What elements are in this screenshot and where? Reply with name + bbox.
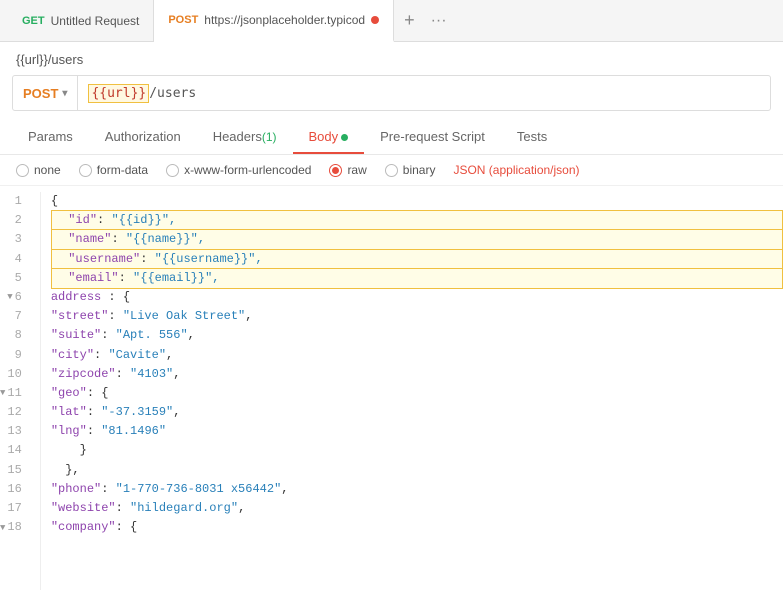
line-number: 17 [0,499,30,518]
line-number: 16 [0,480,30,499]
radio-form-data-label: form-data [97,163,148,177]
tab-method-post: POST [168,14,198,26]
tab-untitled[interactable]: GET Untitled Request [8,0,154,42]
code-line: "lat": "-37.3159", [51,403,783,422]
line-number: 10 [0,365,30,384]
code-editor-container: 12345▼678910▼11121314151617▼18 { "id": "… [0,186,783,596]
tab-bar: GET Untitled Request POST https://jsonpl… [0,0,783,42]
tab-headers[interactable]: Headers(1) [197,121,293,154]
url-input[interactable]: {{url}}/users [78,85,770,101]
code-line: "name": "{{name}}", [51,230,783,249]
radio-raw-label: raw [347,163,366,177]
line-number: ▼18 [0,518,30,537]
tab-untitled-title: Untitled Request [51,14,140,28]
headers-badge: (1) [262,130,277,144]
radio-x-www[interactable]: x-www-form-urlencoded [166,163,311,177]
more-tabs-button[interactable]: ··· [425,12,453,30]
radio-x-www-label: x-www-form-urlencoded [184,163,311,177]
tab-body[interactable]: Body [293,121,365,154]
method-chevron-icon: ▾ [62,88,67,99]
tab-tests[interactable]: Tests [501,121,563,154]
radio-none-circle [16,164,29,177]
line-number: ▼6 [0,288,30,307]
code-line: "lng": "81.1496" [51,422,783,441]
url-suffix-part: /users [149,86,196,101]
line-number: 8 [0,326,30,345]
line-number: 15 [0,461,30,480]
method-select[interactable]: POST ▾ [13,76,78,110]
body-type-row: none form-data x-www-form-urlencoded raw… [0,155,783,186]
line-number: 2 [0,211,30,230]
line-number: 12 [0,403,30,422]
code-line: { [51,192,783,211]
line-number: 7 [0,307,30,326]
new-tab-button[interactable]: + [394,10,425,31]
breadcrumb: {{url}}/users [0,42,783,75]
radio-none[interactable]: none [16,163,61,177]
radio-x-www-circle [166,164,179,177]
tab-jsonplaceholder[interactable]: POST https://jsonplaceholder.typicod [154,0,394,42]
radio-form-data[interactable]: form-data [79,163,148,177]
line-number: 1 [0,192,30,211]
radio-binary-circle [385,164,398,177]
line-number: ▼11 [0,384,30,403]
code-line: "company": { [51,518,783,537]
code-line: "city": "Cavite", [51,346,783,365]
line-number: 4 [0,250,30,269]
request-tabs: Params Authorization Headers(1) Body Pre… [0,121,783,155]
code-line: }, [51,461,783,480]
code-line: "geo": { [51,384,783,403]
url-template-part: {{url}} [88,84,149,103]
code-line: "suite": "Apt. 556", [51,326,783,345]
line-number: 9 [0,346,30,365]
radio-binary-label: binary [403,163,436,177]
tab-pre-request[interactable]: Pre-request Script [364,121,501,154]
tab-authorization[interactable]: Authorization [89,121,197,154]
url-bar: POST ▾ {{url}}/users [12,75,771,111]
code-line: "email": "{{email}}", [51,269,783,288]
method-label: POST [23,86,58,101]
json-format-label[interactable]: JSON (application/json) [453,163,579,177]
radio-raw[interactable]: raw [329,163,366,177]
line-number: 14 [0,441,30,460]
code-line: "phone": "1-770-736-8031 x56442", [51,480,783,499]
code-line: "website": "hildegard.org", [51,499,783,518]
line-number: 3 [0,230,30,249]
radio-none-label: none [34,163,61,177]
line-number: 5 [0,269,30,288]
code-line: } [51,441,783,460]
code-editor[interactable]: 12345▼678910▼11121314151617▼18 { "id": "… [0,186,783,596]
code-lines[interactable]: { "id": "{{id}}", "name": "{{name}}", "u… [41,192,783,590]
tab-params[interactable]: Params [12,121,89,154]
code-line: "username": "{{username}}", [51,250,783,269]
line-number: 13 [0,422,30,441]
code-line: address : { [51,288,783,307]
radio-raw-circle [329,164,342,177]
radio-binary[interactable]: binary [385,163,436,177]
radio-form-data-circle [79,164,92,177]
code-line: "zipcode": "4103", [51,365,783,384]
line-numbers: 12345▼678910▼11121314151617▼18 [0,192,41,590]
tab-method-get: GET [22,15,45,27]
tab-jsonplaceholder-title: https://jsonplaceholder.typicod [204,13,365,27]
body-dot [341,134,348,141]
code-line: "street": "Live Oak Street", [51,307,783,326]
code-line: "id": "{{id}}", [51,211,783,230]
tab-unsaved-dot [371,16,379,24]
